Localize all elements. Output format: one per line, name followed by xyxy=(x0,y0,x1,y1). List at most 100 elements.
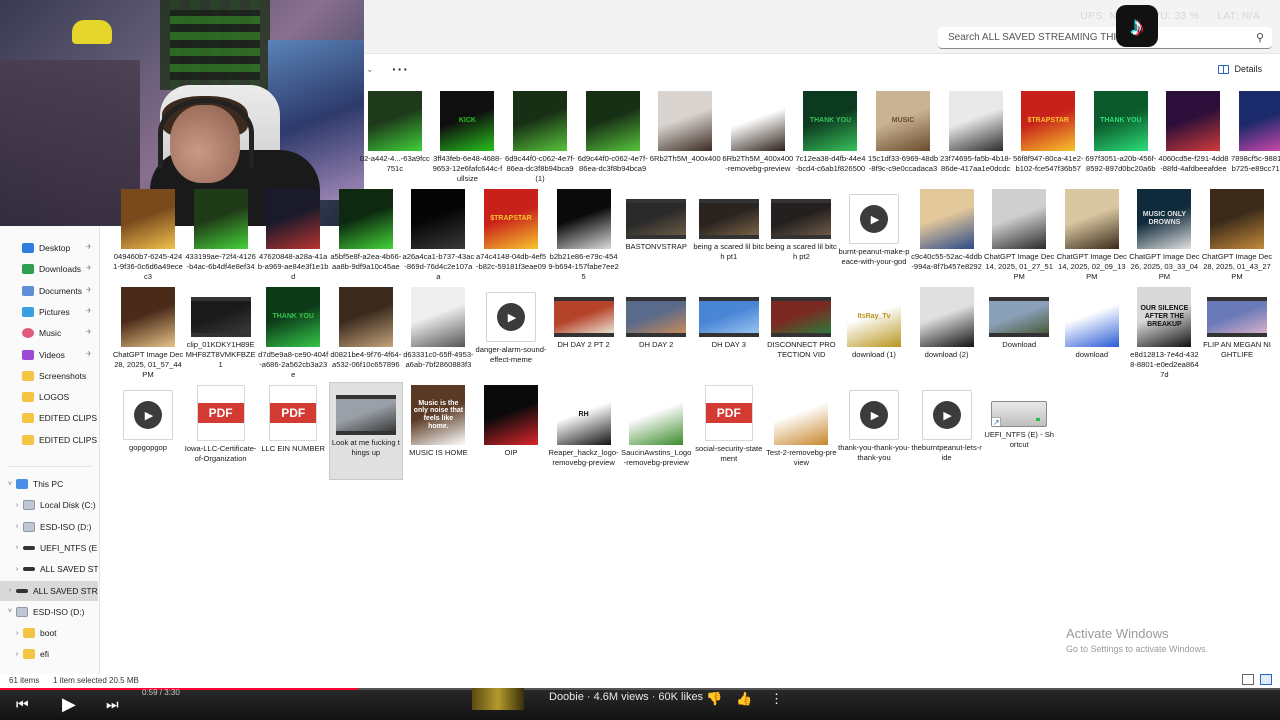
file-tile[interactable]: clip_01KDKY1H89EMHF8ZT8VMKFBZE1 xyxy=(185,285,257,381)
file-tile[interactable]: d63331c0-65ff-4953-a6ab-7bf2860883f3 xyxy=(402,285,474,381)
file-tile[interactable]: b2b21e86-e79c-4549-b694-157fabe7ee25 xyxy=(548,187,620,283)
file-tile[interactable]: 6Rb2Th5M_400x400-removebg-preview xyxy=(722,89,794,185)
chevron-down-icon[interactable]: ⌄ xyxy=(366,64,374,75)
file-tile[interactable]: OIP xyxy=(475,383,547,479)
tree-item[interactable]: › ALL SAVED STRE xyxy=(0,559,98,579)
file-tile[interactable]: PDF social-security-statement xyxy=(693,383,765,479)
file-tile[interactable]: DISCONNECT PROTECTION VID xyxy=(765,285,837,381)
file-tile[interactable]: 433199ae-72f4-4126-b4ac-6b4df4e8ef34 xyxy=(185,187,257,283)
file-tile[interactable]: OUR SILENCE AFTER THE BREAKUP e8d12813-7e… xyxy=(1128,285,1200,381)
sidebar-item[interactable]: EDITED CLIPS FO xyxy=(0,408,98,428)
sidebar-item[interactable]: Videos ✈ xyxy=(0,345,98,365)
sidebar-item[interactable]: Documents ✈ xyxy=(0,281,98,301)
file-tile[interactable]: Test-2-removebg-preview xyxy=(765,383,837,479)
file-tile[interactable]: FLIP AN MEGAN NIGHTLIFE xyxy=(1201,285,1273,381)
file-tile[interactable]: download (2) xyxy=(911,285,983,381)
file-tile[interactable]: a26a4ca1-b737-43ac-869d-76d4c2e107aa xyxy=(402,187,474,283)
file-tile[interactable]: 6d9c44f0-c062-4e7f-86ea-dc3f8b94bca9 xyxy=(577,89,649,185)
file-tile[interactable]: SaucinAwstins_Logo-removebg-preview xyxy=(620,383,692,479)
tree-item[interactable]: ˅ This PC xyxy=(0,474,98,494)
file-tile[interactable]: ▶ theburntpeanut-lets-ride xyxy=(911,383,983,479)
file-tile[interactable]: DH DAY 2 xyxy=(620,285,692,381)
tree-item[interactable]: › ESD-ISO (D:) xyxy=(0,517,98,537)
file-tile[interactable]: ChatGPT Image Dec 28, 2025, 01_43_27 PM xyxy=(1201,187,1273,283)
pin-icon[interactable]: ✈ xyxy=(86,307,92,315)
file-tile[interactable]: $TRAPSTAR 56f8f947-80ca-41e2-b102-fce547f… xyxy=(1012,89,1084,185)
details-button[interactable]: Details xyxy=(1218,64,1262,74)
more-options-button[interactable]: ··· xyxy=(392,61,409,77)
file-tile[interactable]: ▶ thank-you-thank-you-thank-you xyxy=(838,383,910,479)
file-tile[interactable]: a5bf5e8f-a2ea-4b66-aa8b-9df9a10c45ae xyxy=(330,187,402,283)
like-icon[interactable]: 👍 xyxy=(736,691,752,707)
file-tile[interactable]: ChatGPT Image Dec 14, 2025, 01_27_51 PM xyxy=(983,187,1055,283)
file-tile[interactable]: MUSIC ONLY DROWNS ChatGPT Image Dec 26, 2… xyxy=(1128,187,1200,283)
file-tile[interactable]: RH Reaper_hackz_logo-removebg-preview xyxy=(548,383,620,479)
dislike-icon[interactable]: 👎 xyxy=(706,691,722,707)
tree-chevron-icon[interactable]: ˅ xyxy=(4,608,16,615)
file-tile[interactable]: PDF LLC EIN NUMBER xyxy=(257,383,329,479)
sidebar-item[interactable]: LOGOS xyxy=(0,387,98,407)
file-tile[interactable]: ItsRay_Tv download (1) xyxy=(838,285,910,381)
tree-chevron-icon[interactable]: › xyxy=(11,566,23,573)
play-icon[interactable]: ▶ xyxy=(62,694,76,715)
tree-chevron-icon[interactable]: › xyxy=(11,630,23,637)
file-tile[interactable]: 23f74695-fa5b-4b18-86de-417aa1e0dcdc xyxy=(940,89,1012,185)
sidebar-item[interactable]: Desktop ✈ xyxy=(0,238,98,258)
search-icon[interactable]: ⚲ xyxy=(1256,31,1264,44)
file-tile[interactable]: THANK YOU d7d5e9a8-ce90-404f-a686-2a562cb… xyxy=(257,285,329,381)
file-tile[interactable]: DH DAY 3 xyxy=(693,285,765,381)
tree-item[interactable]: › Local Disk (C:) xyxy=(0,495,98,515)
file-tile[interactable]: Music is the only noise that feels like … xyxy=(402,383,474,479)
tree-item[interactable]: › ALL SAVED STRE xyxy=(0,580,98,601)
file-tile[interactable]: ChatGPT Image Dec 14, 2025, 02_09_13 PM xyxy=(1056,187,1128,283)
file-tile[interactable]: d0821be4-9f76-4f64-a532-06f10c657896 xyxy=(330,285,402,381)
file-tile[interactable]: download xyxy=(1056,285,1128,381)
tree-item[interactable]: › boot xyxy=(0,623,98,643)
file-tile[interactable]: THANK YOU 697f3051-a20b-456f-8592-897d0bc… xyxy=(1085,89,1157,185)
file-tile[interactable]: 6d9c44f0-c062-4e7f-86ea-dc3f8b94bca9 (1) xyxy=(504,89,576,185)
tree-item[interactable]: › efi xyxy=(0,644,98,664)
search-input[interactable]: Search ALL SAVED STREAMING THINGS (E:) ⚲ xyxy=(938,27,1272,49)
sidebar-item[interactable]: Pictures ✈ xyxy=(0,302,98,322)
file-tile[interactable]: 47620848-a28a-41ab-a969-ae84e3f1e1bd xyxy=(257,187,329,283)
playback-progress[interactable] xyxy=(0,688,1280,690)
previous-icon[interactable]: ⏮ xyxy=(16,696,29,713)
sidebar-item[interactable]: Music ✈ xyxy=(0,323,98,343)
file-tile[interactable]: BASTONVSTRAP xyxy=(620,187,692,283)
pin-icon[interactable]: ✈ xyxy=(86,328,92,336)
file-tile[interactable]: ▶ burnt-peanut-make-peace-with-your-god xyxy=(838,187,910,283)
details-view-icon[interactable] xyxy=(1242,674,1254,685)
file-tile[interactable]: being a scared lil bitch pt1 xyxy=(693,187,765,283)
file-tile[interactable]: KICK 3ff43feb-6e48-4688-9653-12e6fafc644c… xyxy=(431,89,503,185)
file-tile[interactable]: 02-a442-4...-63a9fcc 751c xyxy=(359,89,431,185)
more-icon[interactable]: ⋮ xyxy=(770,691,783,707)
file-tile[interactable]: ▶ gopgopgop xyxy=(112,383,184,479)
tree-item[interactable]: › UEFI_NTFS (E:) xyxy=(0,538,98,558)
file-tile[interactable]: being a scared lil bitch pt2 xyxy=(765,187,837,283)
tiles-view-icon[interactable] xyxy=(1260,674,1272,685)
pin-icon[interactable]: ✈ xyxy=(86,243,92,251)
file-tile[interactable]: MUSIC 15c1df33-6969-48db-8f9c-c9e0ccadaca… xyxy=(867,89,939,185)
file-tile[interactable]: 4060cd5e-f291-4dd8-88fd-4afdbeeafdee xyxy=(1157,89,1229,185)
sidebar-item[interactable]: EDITED CLIPS FO xyxy=(0,430,98,450)
sidebar-item[interactable]: Downloads ✈ xyxy=(0,259,98,279)
file-tile[interactable]: ChatGPT Image Dec 28, 2025, 01_57_44 PM xyxy=(112,285,184,381)
tree-chevron-icon[interactable]: › xyxy=(11,523,23,530)
tree-chevron-icon[interactable]: › xyxy=(4,587,16,594)
file-tile[interactable]: c9c40c55-52ac-4ddb-994a-8f7b457e8292 xyxy=(911,187,983,283)
file-tile[interactable]: DH DAY 2 PT 2 xyxy=(548,285,620,381)
file-tile[interactable]: Look at me fucking things up xyxy=(328,382,403,480)
file-tile[interactable]: ▶ danger-alarm-sound-effect-meme xyxy=(475,285,547,381)
pin-icon[interactable]: ✈ xyxy=(86,264,92,272)
file-tile[interactable]: 049460b7-6245-4241-9f36-0c6d6a49ecec3 xyxy=(112,187,184,283)
tree-chevron-icon[interactable]: › xyxy=(11,651,23,658)
pin-icon[interactable]: ✈ xyxy=(86,350,92,358)
file-tile[interactable]: THANK YOU 7c12ea38-d4fb-44e4-bcd4-c6ab1f8… xyxy=(794,89,866,185)
tree-chevron-icon[interactable]: › xyxy=(11,502,23,509)
tree-chevron-icon[interactable]: ˅ xyxy=(4,481,16,488)
file-tile[interactable]: PDF Iowa-LLC-Certificate-of-Organization xyxy=(185,383,257,479)
pin-icon[interactable]: ✈ xyxy=(86,286,92,294)
file-tile[interactable]: 6Rb2Th5M_400x400 xyxy=(649,89,721,185)
file-tile[interactable]: $TRAPSTAR a74c4148-04db-4ef5-b82c-59181f3… xyxy=(475,187,547,283)
file-tile[interactable]: ↗ UEFI_NTFS (E) - Shortcut xyxy=(983,383,1055,479)
